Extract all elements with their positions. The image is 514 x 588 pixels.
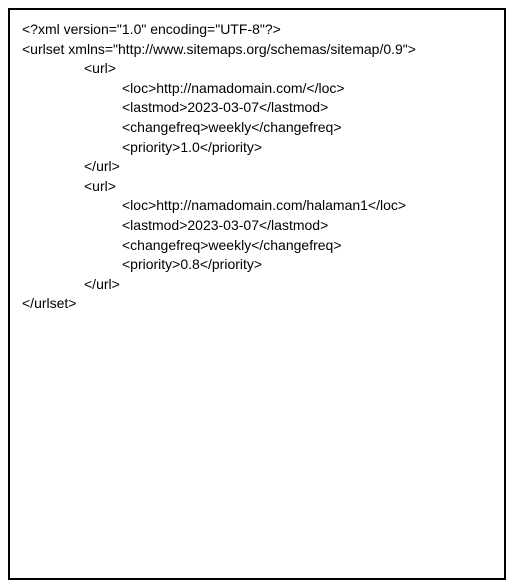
lastmod-line: <lastmod>2023-03-07</lastmod> (22, 98, 492, 118)
loc-line: <loc>http://namadomain.com/</loc> (22, 79, 492, 99)
priority-line: <priority>1.0</priority> (22, 138, 492, 158)
loc-line: <loc>http://namadomain.com/halaman1</loc… (22, 196, 492, 216)
changefreq-line: <changefreq>weekly</changefreq> (22, 236, 492, 256)
code-box: <?xml version="1.0" encoding="UTF-8"?> <… (8, 8, 506, 580)
changefreq-line: <changefreq>weekly</changefreq> (22, 118, 492, 138)
urlset-open: <urlset xmlns="http://www.sitemaps.org/s… (22, 40, 492, 60)
lastmod-line: <lastmod>2023-03-07</lastmod> (22, 216, 492, 236)
url-open: <url> (22, 177, 492, 197)
xml-declaration: <?xml version="1.0" encoding="UTF-8"?> (22, 20, 492, 40)
url-open: <url> (22, 59, 492, 79)
url-close: </url> (22, 275, 492, 295)
urlset-close: </urlset> (22, 294, 492, 314)
url-close: </url> (22, 157, 492, 177)
priority-line: <priority>0.8</priority> (22, 255, 492, 275)
